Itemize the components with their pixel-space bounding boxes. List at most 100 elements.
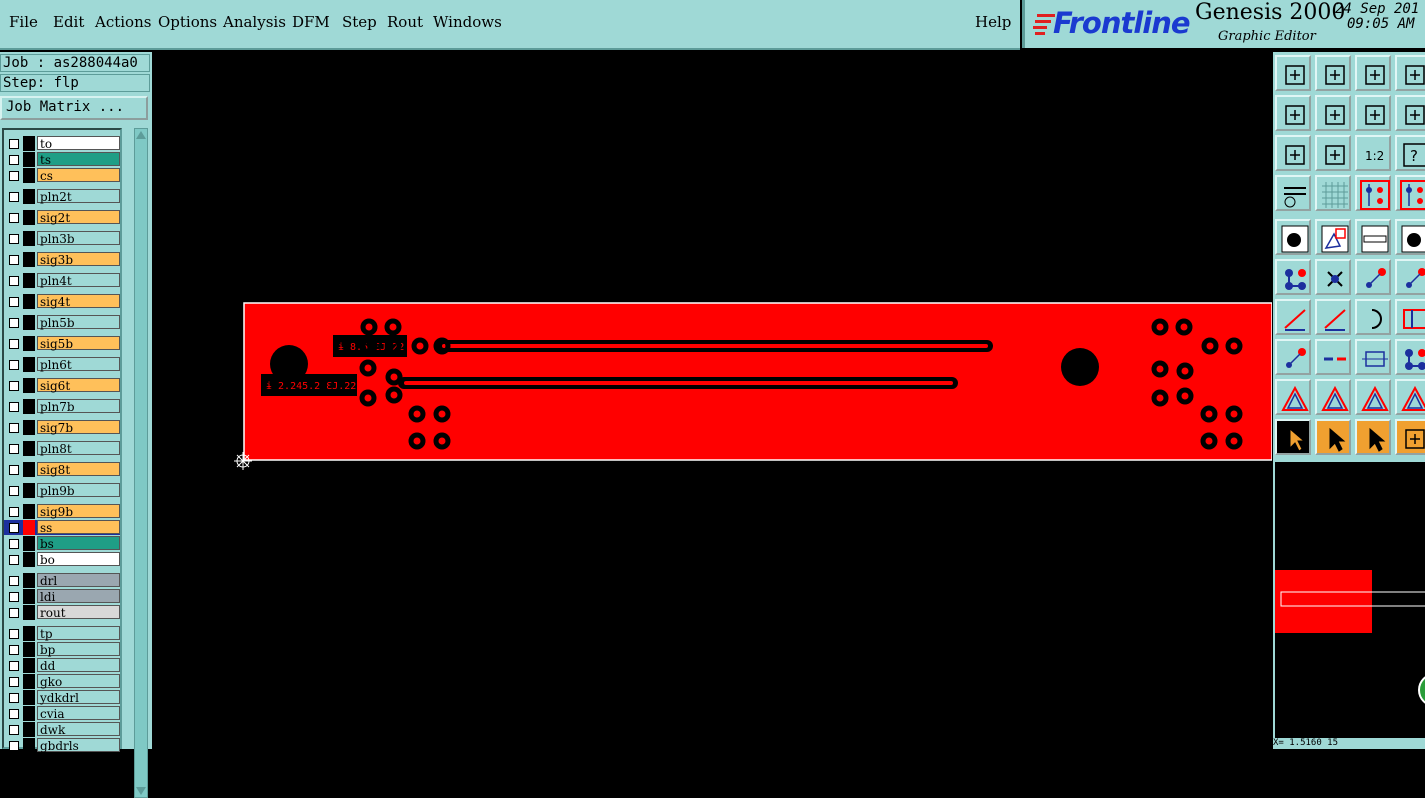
- menu-actions[interactable]: Actions: [95, 13, 151, 31]
- layer-row-cvia[interactable]: cvia: [4, 706, 120, 721]
- layer-name[interactable]: bs: [37, 536, 120, 551]
- layer-checkbox[interactable]: [9, 297, 19, 307]
- pcb-view[interactable]: ɨ 8.5 ƐJ.22 ɨ 2.245.2 ƐJ.22: [152, 52, 1272, 749]
- move-button[interactable]: [1315, 219, 1351, 255]
- overview-window[interactable]: [1273, 460, 1425, 749]
- layer-context-swatch[interactable]: [23, 315, 35, 330]
- layer-checkbox[interactable]: [9, 486, 19, 496]
- menu-rout[interactable]: Rout: [387, 13, 423, 31]
- layer-row-ss[interactable]: ss: [4, 520, 120, 535]
- layer-name[interactable]: sig5b: [37, 336, 120, 351]
- layer-context-swatch[interactable]: [23, 520, 35, 535]
- net-connect-button[interactable]: [1275, 259, 1311, 295]
- layer-name[interactable]: pln9b: [37, 483, 120, 498]
- layer-checkbox[interactable]: [9, 629, 19, 639]
- layer-name[interactable]: sig6t: [37, 378, 120, 393]
- layer-row-cs[interactable]: cs: [4, 168, 120, 183]
- layer-name[interactable]: gko: [37, 674, 120, 689]
- layer-context-swatch[interactable]: [23, 462, 35, 477]
- layer-checkbox[interactable]: [9, 608, 19, 618]
- circle-group-button[interactable]: [1395, 339, 1425, 375]
- triangle-move-button[interactable]: [1315, 379, 1351, 415]
- layer-checkbox[interactable]: [9, 360, 19, 370]
- layer-row-to[interactable]: to: [4, 136, 120, 151]
- menu-help[interactable]: Help: [975, 13, 1011, 31]
- layer-name[interactable]: bp: [37, 642, 120, 657]
- layer-name[interactable]: ts: [37, 152, 120, 167]
- select-arrow2-button[interactable]: [1315, 419, 1351, 455]
- layer-checkbox[interactable]: [9, 661, 19, 671]
- layer-row-tp[interactable]: tp: [4, 626, 120, 641]
- layer-row-pln5b[interactable]: pln5b: [4, 315, 120, 330]
- undo-zoom-button[interactable]: [1355, 95, 1391, 131]
- layer-checkbox[interactable]: [9, 155, 19, 165]
- layer-context-swatch[interactable]: [23, 552, 35, 567]
- layer-context-swatch[interactable]: [23, 589, 35, 604]
- layer-row-pln2t[interactable]: pln2t: [4, 189, 120, 204]
- layer-name[interactable]: sig8t: [37, 462, 120, 477]
- layer-name[interactable]: to: [37, 136, 120, 151]
- pan-right-button[interactable]: [1315, 95, 1351, 131]
- triangle-button[interactable]: [1275, 379, 1311, 415]
- layer-context-swatch[interactable]: [23, 658, 35, 673]
- help-button[interactable]: ?: [1395, 135, 1425, 171]
- layer-checkbox[interactable]: [9, 741, 19, 751]
- layer-row-sig2t[interactable]: sig2t: [4, 210, 120, 225]
- snap-button[interactable]: [1395, 95, 1425, 131]
- layer-context-swatch[interactable]: [23, 294, 35, 309]
- layer-context-swatch[interactable]: [23, 399, 35, 414]
- layer-name[interactable]: dd: [37, 658, 120, 673]
- overview-map[interactable]: [1275, 462, 1425, 749]
- layer-context-swatch[interactable]: [23, 189, 35, 204]
- menu-step[interactable]: Step: [342, 13, 377, 31]
- grid-window-button[interactable]: [1395, 55, 1425, 91]
- layer-checkbox[interactable]: [9, 507, 19, 517]
- layer-row-sig8t[interactable]: sig8t: [4, 462, 120, 477]
- layer-name[interactable]: sig2t: [37, 210, 120, 225]
- layer-context-swatch[interactable]: [23, 738, 35, 753]
- layer-checkbox[interactable]: [9, 318, 19, 328]
- menu-dfm[interactable]: DFM: [292, 13, 330, 31]
- layer-context-swatch[interactable]: [23, 152, 35, 167]
- layer-row-pln8t[interactable]: pln8t: [4, 441, 120, 456]
- nets-button[interactable]: [1395, 175, 1425, 211]
- layer-row-bp[interactable]: bp: [4, 642, 120, 657]
- graphic-canvas[interactable]: ɨ 8.5 ƐJ.22 ɨ 2.245.2 ƐJ.22: [152, 52, 1272, 749]
- layer-context-swatch[interactable]: [23, 706, 35, 721]
- layer-row-rout[interactable]: rout: [4, 605, 120, 620]
- layer-name[interactable]: dwk: [37, 722, 120, 737]
- layer-context-swatch[interactable]: [23, 420, 35, 435]
- layer-name[interactable]: sig3b: [37, 252, 120, 267]
- layer-row-pln6t[interactable]: pln6t: [4, 357, 120, 372]
- layer-row-sig3b[interactable]: sig3b: [4, 252, 120, 267]
- layer-checkbox[interactable]: [9, 402, 19, 412]
- layer-name[interactable]: ldi: [37, 589, 120, 604]
- layer-name[interactable]: bo: [37, 552, 120, 567]
- layer-name[interactable]: pln3b: [37, 231, 120, 246]
- layer-name[interactable]: tp: [37, 626, 120, 641]
- break-button[interactable]: [1315, 339, 1351, 375]
- layer-name[interactable]: sig4t: [37, 294, 120, 309]
- menu-windows[interactable]: Windows: [433, 13, 502, 31]
- layer-checkbox[interactable]: [9, 555, 19, 565]
- settings-button[interactable]: [1275, 175, 1311, 211]
- delete-button[interactable]: [1315, 259, 1351, 295]
- triangle-select-button[interactable]: [1355, 379, 1391, 415]
- layer-checkbox[interactable]: [9, 381, 19, 391]
- layer-checkbox[interactable]: [9, 276, 19, 286]
- layer-context-swatch[interactable]: [23, 231, 35, 246]
- layer-context-swatch[interactable]: [23, 168, 35, 183]
- layer-checkbox[interactable]: [9, 645, 19, 655]
- layer-checkbox[interactable]: [9, 139, 19, 149]
- grid-button[interactable]: [1315, 175, 1351, 211]
- layer-row-drl[interactable]: drl: [4, 573, 120, 588]
- layer-checkbox[interactable]: [9, 592, 19, 602]
- fit-center-button[interactable]: [1315, 135, 1351, 171]
- layer-row-bo[interactable]: bo: [4, 552, 120, 567]
- layer-checkbox[interactable]: [9, 677, 19, 687]
- menu-edit[interactable]: Edit: [53, 13, 84, 31]
- layer-checkbox[interactable]: [9, 255, 19, 265]
- layer-row-dd[interactable]: dd: [4, 658, 120, 673]
- layer-name[interactable]: ydkdrl: [37, 690, 120, 705]
- layer-checkbox[interactable]: [9, 423, 19, 433]
